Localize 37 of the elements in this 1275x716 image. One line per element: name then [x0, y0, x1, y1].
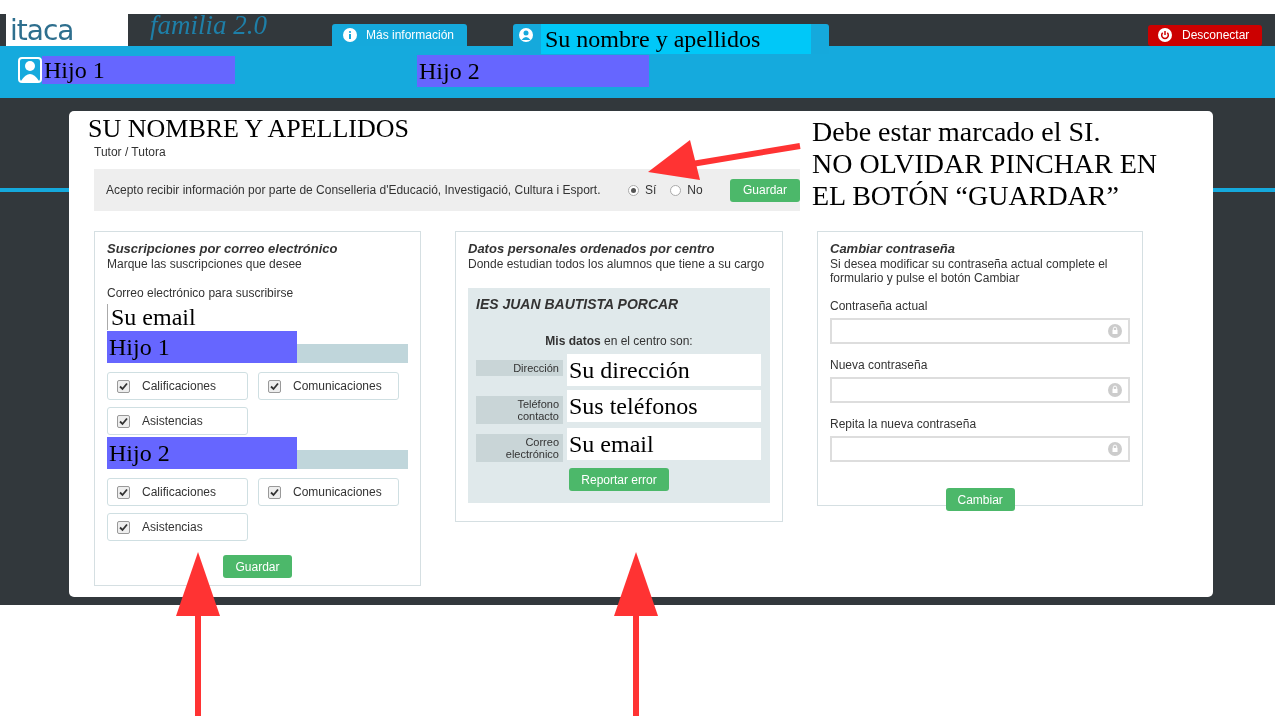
radio-label: Sí — [645, 183, 657, 197]
panel-title: Suscripciones por correo electrónico — [107, 241, 339, 256]
field-value: Su dirección — [567, 354, 761, 386]
logo: itaca — [6, 14, 128, 46]
subscription-option[interactable]: Asistencias — [107, 407, 248, 435]
panel-title: Cambiar contraseña — [830, 241, 956, 256]
school-name: IES JUAN BAUTISTA PORCAR — [476, 296, 680, 312]
email-field[interactable]: Su email — [107, 304, 408, 330]
field-value: Su email — [567, 428, 761, 460]
student-tab[interactable]: Hijo 1 — [42, 56, 235, 84]
intro-text: Mis datos en el centro son: — [544, 334, 694, 348]
field-label: Repita la nueva contraseña — [830, 417, 978, 431]
field-value: Sus teléfonos — [567, 390, 761, 422]
student-name: Hijo 2 — [107, 437, 297, 469]
field-label: Contraseña actual — [830, 299, 929, 313]
panel-subtitle: Marque las suscripciones que desee — [107, 257, 303, 271]
field-label: Correo electrónico — [476, 434, 563, 462]
subscription-option[interactable]: Comunicaciones — [258, 478, 399, 506]
subscription-option[interactable]: Calificaciones — [107, 372, 248, 400]
field-label: Dirección — [476, 360, 563, 376]
radio-label: No — [687, 183, 703, 197]
panel-description: Si desea modificar su contraseña actual complete el formulario y pulse el botón Cambiar — [830, 257, 1109, 285]
logout-button[interactable]: Desconectar — [1148, 24, 1262, 46]
user-role: Tutor / Tutora — [94, 145, 167, 159]
panel-title: Datos personales ordenados por centro — [468, 241, 716, 256]
student-name: Hijo 1 — [107, 331, 297, 363]
consent-text: Acepto recibir información por parte de Conselleria d'Educació, Investigació, Cultura i Esport. — [106, 183, 602, 197]
app-name: familia 2.0 — [150, 10, 268, 40]
field-label: Nueva contraseña — [830, 358, 929, 372]
panel-subtitle: Donde estudian todos los alumnos que tiene a su cargo — [468, 257, 766, 271]
field-label: Teléfono contacto — [476, 396, 563, 424]
field-label: Correo electrónico para suscribirse — [107, 286, 295, 300]
subscription-option[interactable]: Asistencias — [107, 513, 248, 541]
subscription-option[interactable]: Calificaciones — [107, 478, 248, 506]
subscription-option[interactable]: Comunicaciones — [258, 372, 399, 400]
user-name: SU NOMBRE Y APELLIDOS — [88, 115, 409, 143]
student-tab[interactable]: Hijo 2 — [417, 55, 649, 87]
